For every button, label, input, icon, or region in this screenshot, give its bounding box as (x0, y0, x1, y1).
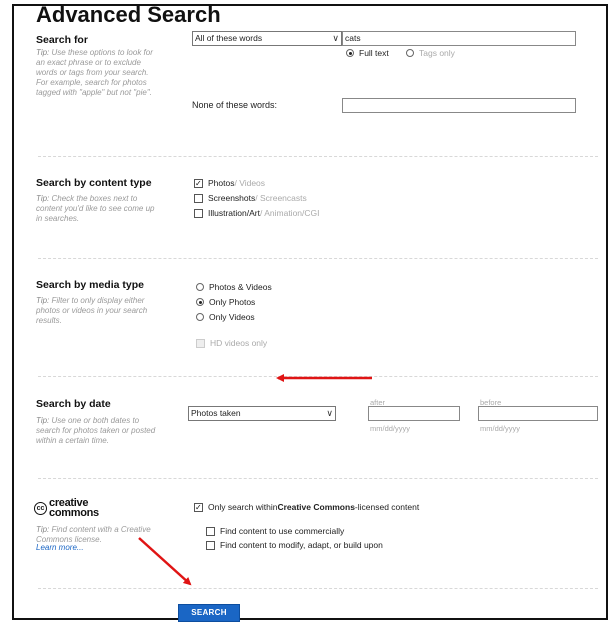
arrow-to-search-icon (138, 537, 192, 586)
advanced-search-frame: Advanced Search Search for Tip: Use thes… (12, 2, 608, 622)
annotation-arrows (138, 374, 372, 586)
